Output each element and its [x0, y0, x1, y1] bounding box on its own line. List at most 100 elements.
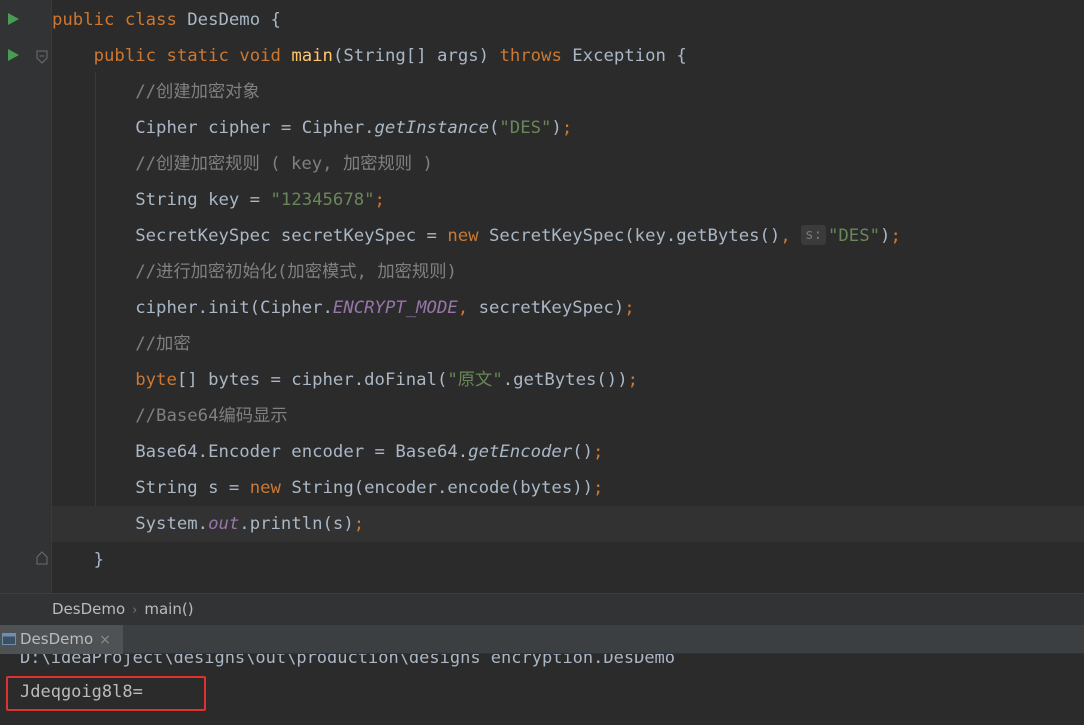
code-token: static — [166, 46, 240, 66]
code-line[interactable]: public class DesDemo { — [52, 2, 281, 38]
breadcrumb-class[interactable]: DesDemo — [52, 600, 125, 618]
output-highlight-box — [6, 676, 206, 711]
code-token: (String[] args) — [332, 46, 500, 66]
run-class-icon[interactable] — [6, 12, 20, 26]
code-token: //创建加密规则 ( key, 加密规则 ) — [135, 154, 433, 174]
run-tabbar: DesDemo × — [0, 624, 1084, 654]
run-tab-label: DesDemo — [20, 630, 94, 648]
code-line[interactable]: //创建加密对象 — [52, 74, 260, 110]
code-line[interactable]: //Base64编码显示 — [52, 398, 288, 434]
code-token: } — [93, 550, 105, 570]
code-token: ; — [627, 370, 639, 390]
close-icon[interactable]: × — [99, 632, 111, 648]
code-token: ( — [488, 118, 500, 138]
console-icon — [2, 633, 16, 645]
code-token: String key = — [135, 190, 271, 210]
code-token: throws — [499, 46, 573, 66]
code-token: secretKeySpec) — [478, 298, 625, 318]
code-token: .println(s) — [239, 514, 354, 534]
console-command-line: D:\ideaProject\designs\out\production\de… — [20, 654, 676, 668]
code-token: //加密 — [135, 334, 191, 354]
code-token: String(encoder.encode(bytes)) — [291, 478, 594, 498]
code-token: , — [457, 298, 479, 318]
code-token: Exception { — [572, 46, 687, 66]
code-token: "原文" — [447, 370, 503, 390]
code-token: byte — [135, 370, 177, 390]
code-token: getInstance — [374, 118, 489, 138]
code-line[interactable]: Base64.Encoder encoder = Base64.getEncod… — [52, 434, 603, 470]
code-token: getEncoder — [468, 442, 573, 462]
code-line[interactable]: //创建加密规则 ( key, 加密规则 ) — [52, 146, 433, 182]
code-token: public — [93, 46, 167, 66]
code-token: [] bytes = cipher.doFinal( — [176, 370, 448, 390]
code-line-current[interactable]: System.out.println(s); — [52, 506, 1084, 542]
fold-method-icon[interactable] — [35, 50, 49, 64]
code-token: () — [572, 442, 594, 462]
code-token: "DES" — [828, 226, 881, 246]
code-token: ; — [593, 442, 604, 462]
code-token: out — [208, 514, 240, 534]
code-token: cipher.init(Cipher. — [135, 298, 333, 318]
code-token: //Base64编码显示 — [135, 406, 288, 426]
code-token: new — [249, 478, 292, 498]
code-token: ; — [890, 226, 901, 246]
code-token: void — [239, 46, 292, 66]
code-editor[interactable]: public class DesDemo { public static voi… — [0, 0, 1084, 593]
code-line[interactable]: String key = "12345678"; — [52, 182, 385, 218]
code-token: ; — [561, 118, 573, 138]
code-token: ; — [353, 514, 365, 534]
code-line[interactable]: //进行加密初始化(加密模式, 加密规则) — [52, 254, 457, 290]
run-main-icon[interactable] — [6, 48, 20, 62]
code-token: ; — [624, 298, 635, 318]
code-token: , — [780, 226, 802, 246]
code-token: ) — [880, 226, 891, 246]
code-token: Cipher cipher = Cipher. — [135, 118, 375, 138]
code-token: String s = — [135, 478, 250, 498]
code-token: System. — [135, 514, 209, 534]
code-token: "DES" — [499, 118, 552, 138]
code-token: ; — [374, 190, 385, 210]
code-line[interactable]: SecretKeySpec secretKeySpec = new Secret… — [52, 218, 901, 254]
code-token: DesDemo { — [187, 10, 281, 30]
code-token: SecretKeySpec(key.getBytes() — [489, 226, 781, 246]
code-token: .getBytes()) — [502, 370, 628, 390]
code-token: new — [447, 226, 489, 246]
breadcrumb: DesDemo › main() — [0, 593, 1084, 624]
code-line[interactable]: cipher.init(Cipher.ENCRYPT_MODE, secretK… — [52, 290, 635, 326]
code-token: Base64.Encoder encoder = Base64. — [135, 442, 469, 462]
code-token: SecretKeySpec secretKeySpec = — [135, 226, 448, 246]
code-token: main — [291, 46, 333, 66]
code-line[interactable]: } — [52, 542, 104, 578]
run-tab-desdemo[interactable]: DesDemo × — [0, 625, 123, 654]
code-line[interactable]: byte[] bytes = cipher.doFinal("原文".getBy… — [52, 362, 638, 398]
code-token: class — [124, 10, 188, 30]
code-line[interactable]: public static void main(String[] args) t… — [52, 38, 687, 74]
code-line[interactable]: Cipher cipher = Cipher.getInstance("DES"… — [52, 110, 572, 146]
code-token: public — [52, 10, 125, 30]
code-line[interactable]: String s = new String(encoder.encode(byt… — [52, 470, 603, 506]
parameter-hint: s: — [801, 225, 826, 245]
code-token: ) — [551, 118, 562, 138]
editor-gutter — [0, 0, 52, 593]
chevron-right-icon: › — [132, 603, 138, 618]
code-token: "12345678" — [270, 190, 375, 210]
code-token: //创建加密对象 — [135, 82, 260, 102]
code-token: //进行加密初始化(加密模式, 加密规则) — [135, 262, 457, 282]
code-line[interactable]: //加密 — [52, 326, 191, 362]
breadcrumb-method[interactable]: main() — [144, 600, 193, 618]
fold-end-icon[interactable] — [35, 551, 49, 565]
